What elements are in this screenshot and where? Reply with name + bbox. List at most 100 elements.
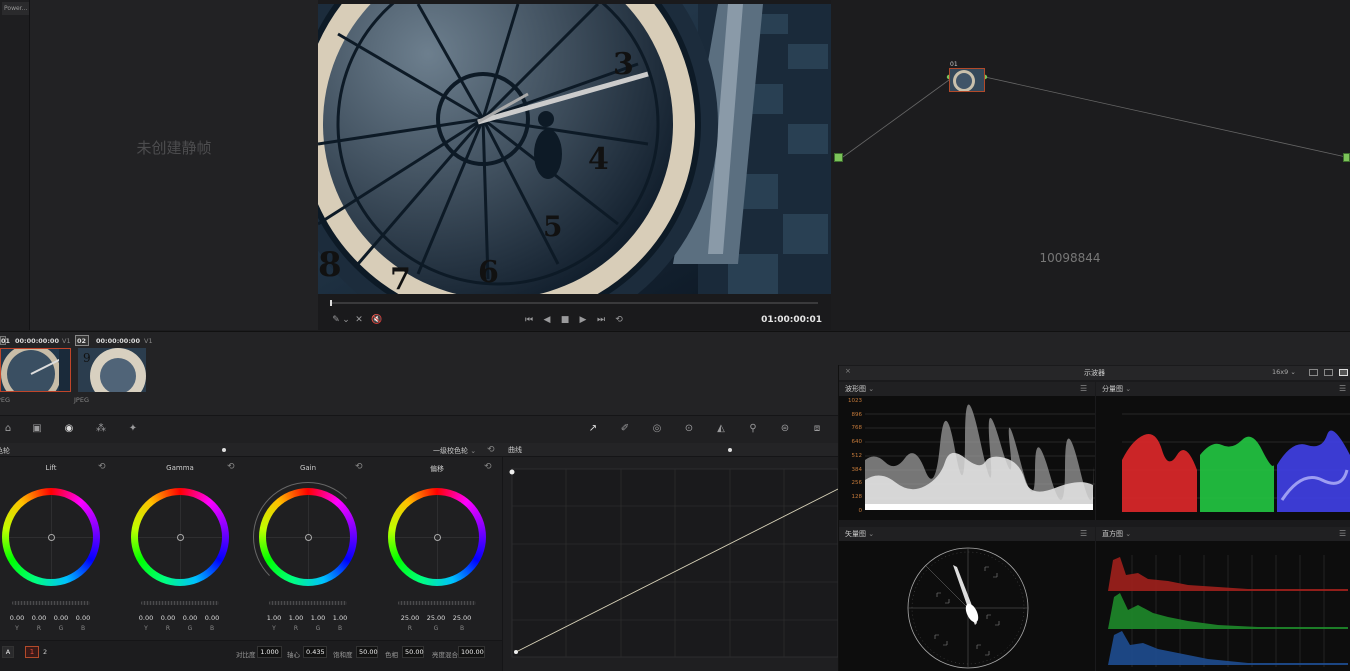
reset-icon[interactable]: ⟲ bbox=[355, 462, 363, 472]
cross-icon[interactable]: ✕ bbox=[353, 314, 365, 326]
wheel-value-field[interactable]: 0.00 bbox=[180, 614, 200, 622]
sizing-icon[interactable]: ⊜ bbox=[777, 422, 793, 436]
wheel-value-field[interactable]: 0.00 bbox=[158, 614, 178, 622]
rgb-mixer-icon[interactable]: ⁂ bbox=[93, 422, 109, 436]
master-wheel-jog[interactable] bbox=[269, 601, 347, 605]
vectorscope-title: 矢量图 bbox=[845, 530, 866, 538]
lum-mix-field[interactable]: 100.00 bbox=[458, 646, 485, 658]
dual-layout-icon[interactable] bbox=[1324, 369, 1333, 376]
wheel-mode-select[interactable]: 一级校色轮 ⌄ bbox=[433, 446, 476, 456]
vectorscope-header: 矢量图 ⌄ bbox=[839, 527, 1095, 541]
channel-label: R bbox=[165, 625, 171, 632]
reset-icon[interactable]: ⟲ bbox=[227, 462, 235, 472]
color-wheels-icon[interactable]: ◉ bbox=[61, 422, 77, 436]
pivot-field[interactable]: 0.435 bbox=[303, 646, 327, 658]
wheel-value-field[interactable]: 25.00 bbox=[424, 614, 448, 622]
stop-icon[interactable]: ■ bbox=[558, 314, 572, 326]
page-2-button[interactable]: 2 bbox=[43, 648, 47, 656]
wheel-value-field[interactable]: 0.00 bbox=[136, 614, 156, 622]
master-wheel-jog[interactable] bbox=[398, 601, 476, 605]
clip-track: V1 bbox=[62, 337, 71, 345]
node-label: 01 bbox=[950, 61, 958, 68]
wheel-value-field[interactable]: 25.00 bbox=[450, 614, 474, 622]
viewer-image[interactable]: 3 4 5 6 7 8 bbox=[318, 4, 831, 294]
histogram-title: 直方图 bbox=[1102, 530, 1123, 538]
viewer-scrubber[interactable] bbox=[330, 302, 818, 304]
3d-icon[interactable]: ⧈ bbox=[809, 422, 825, 436]
powergrade-tab[interactable]: Power... bbox=[2, 2, 29, 15]
scope-layout-select[interactable]: 16x9 ⌄ bbox=[1272, 368, 1296, 376]
reset-icon[interactable]: ⟲ bbox=[487, 445, 495, 455]
blur-icon[interactable]: ◭ bbox=[713, 422, 729, 436]
single-layout-icon[interactable] bbox=[1309, 369, 1318, 376]
playhead[interactable] bbox=[330, 300, 332, 306]
node-input-port[interactable] bbox=[834, 153, 843, 162]
pen-icon[interactable]: ✎ bbox=[330, 314, 342, 326]
wheel-handle[interactable] bbox=[177, 534, 184, 541]
wheel-value-field[interactable]: 0.00 bbox=[7, 614, 27, 622]
channel-label: B bbox=[209, 625, 215, 632]
window-icon[interactable]: ◎ bbox=[649, 422, 665, 436]
mute-icon[interactable]: 🔇 bbox=[370, 314, 384, 326]
wheel-mode-label: 一级校色轮 bbox=[433, 447, 468, 455]
wheel-value-field[interactable]: 1.00 bbox=[330, 614, 350, 622]
waveform-tick: 640 bbox=[851, 439, 863, 446]
loop-icon[interactable]: ⟲ bbox=[612, 314, 626, 326]
viewer-timecode: 01:00:00:01 bbox=[761, 315, 822, 325]
wheel-value-field[interactable]: 0.00 bbox=[51, 614, 71, 622]
close-icon[interactable]: × bbox=[845, 367, 851, 375]
curves-icon[interactable]: ↗ bbox=[585, 422, 601, 436]
skip-start-icon[interactable]: ⏮ bbox=[522, 314, 536, 326]
play-reverse-icon[interactable]: ◀ bbox=[540, 314, 554, 326]
wheel-value-field[interactable]: 0.00 bbox=[73, 614, 93, 622]
wheel-value-field[interactable]: 1.00 bbox=[264, 614, 284, 622]
scope-settings-icon[interactable]: ☰ bbox=[1080, 384, 1087, 393]
panel-title: 色轮 bbox=[0, 447, 10, 455]
channel-label: R bbox=[293, 625, 299, 632]
channel-label: B bbox=[337, 625, 343, 632]
svg-text:8: 8 bbox=[318, 245, 342, 285]
key-icon[interactable]: ⚲ bbox=[745, 422, 761, 436]
svg-text:4: 4 bbox=[588, 142, 609, 177]
clip-thumbnail[interactable]: 9 bbox=[78, 348, 146, 392]
page-1-button[interactable]: 1 bbox=[25, 646, 39, 658]
corrector-node[interactable] bbox=[949, 68, 985, 92]
skip-end-icon[interactable]: ⏭ bbox=[594, 314, 608, 326]
parade-trace bbox=[1122, 413, 1350, 512]
master-wheel-jog[interactable] bbox=[12, 601, 90, 605]
wheel-value-field[interactable]: 25.00 bbox=[398, 614, 422, 622]
waveform-header: 波形图 ⌄ bbox=[839, 382, 1095, 396]
curve-editor[interactable] bbox=[508, 465, 838, 665]
hue-field[interactable]: 50.00 bbox=[402, 646, 424, 658]
vectorscope-trace bbox=[907, 547, 1029, 669]
wheel-value-field[interactable]: 0.00 bbox=[202, 614, 222, 622]
quad-layout-icon[interactable] bbox=[1339, 369, 1348, 376]
scope-settings-icon[interactable]: ☰ bbox=[1080, 529, 1087, 538]
camera-raw-icon[interactable]: ⌂ bbox=[0, 422, 16, 436]
tracker-icon[interactable]: ⊙ bbox=[681, 422, 697, 436]
auto-balance-button[interactable]: A bbox=[2, 646, 14, 658]
play-icon[interactable]: ▶ bbox=[576, 314, 590, 326]
reset-icon[interactable]: ⟲ bbox=[98, 462, 106, 472]
chevron-down-icon[interactable]: ⌄ bbox=[342, 314, 350, 326]
qualifier-icon[interactable]: ✐ bbox=[617, 422, 633, 436]
wheel-value-field[interactable]: 0.00 bbox=[29, 614, 49, 622]
saturation-field[interactable]: 50.00 bbox=[356, 646, 378, 658]
contrast-field[interactable]: 1.000 bbox=[257, 646, 282, 658]
master-wheel-jog[interactable] bbox=[141, 601, 219, 605]
motion-effects-icon[interactable]: ✦ bbox=[125, 422, 141, 436]
wheel-value-field[interactable]: 1.00 bbox=[308, 614, 328, 622]
svg-text:6: 6 bbox=[478, 255, 499, 290]
color-match-icon[interactable]: ▣ bbox=[29, 422, 45, 436]
channel-label: R bbox=[407, 625, 413, 632]
clip-thumbnail[interactable] bbox=[0, 348, 71, 392]
reset-icon[interactable]: ⟲ bbox=[484, 462, 492, 472]
wheel-handle[interactable] bbox=[48, 534, 55, 541]
lum-mix-label: 亮度混合 bbox=[432, 651, 458, 659]
scope-settings-icon[interactable]: ☰ bbox=[1339, 384, 1346, 393]
channel-label: Y bbox=[15, 625, 19, 632]
wheel-value-field[interactable]: 1.00 bbox=[286, 614, 306, 622]
wheel-handle[interactable] bbox=[434, 534, 441, 541]
node-output-port[interactable] bbox=[1343, 153, 1350, 162]
scope-settings-icon[interactable]: ☰ bbox=[1339, 529, 1346, 538]
